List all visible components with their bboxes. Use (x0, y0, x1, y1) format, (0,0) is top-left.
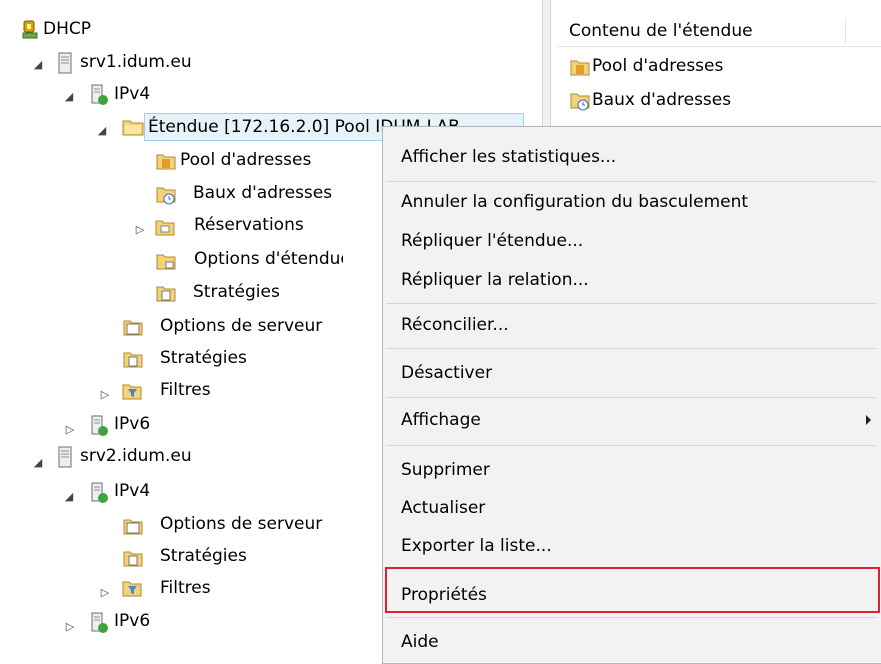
column-separator[interactable] (845, 18, 846, 44)
menu-item-help[interactable]: Aide (384, 624, 881, 660)
tree-node-srv1[interactable]: srv1.idum.eu (77, 49, 195, 75)
tree-node-scope-options[interactable]: Options d'étendue (191, 246, 343, 272)
tree-node-srv2-ipv4[interactable]: IPv4 (111, 478, 153, 504)
menu-item-view[interactable]: Affichage (384, 402, 881, 438)
content-item-address-leases[interactable]: Baux d'adresses (589, 87, 734, 113)
dhcp-icon (21, 20, 39, 39)
menu-item-label: Actualiser (401, 498, 486, 518)
policies-icon (156, 284, 176, 302)
filters-icon (122, 579, 142, 597)
expand-icon[interactable]: ▷ (64, 423, 76, 436)
menu-item-deactivate[interactable]: Désactiver (384, 355, 881, 391)
tree-node-srv2-server-options[interactable]: Options de serveur (157, 511, 343, 537)
scope-folder-icon (122, 118, 144, 136)
tree-node-dhcp[interactable]: DHCP (40, 16, 94, 42)
menu-separator (386, 303, 877, 304)
policies-icon (123, 350, 143, 368)
menu-separator (386, 445, 877, 446)
tree-node-srv1-ipv6[interactable]: IPv6 (111, 411, 153, 437)
ipv6-icon (89, 612, 108, 633)
menu-item-delete[interactable]: Supprimer (384, 452, 881, 488)
filters-icon (122, 382, 142, 400)
expand-icon[interactable]: ▷ (99, 388, 111, 401)
menu-item-label: Aide (401, 632, 439, 652)
submenu-arrow-icon (866, 415, 871, 425)
expand-icon[interactable]: ▷ (99, 586, 111, 599)
tree-node-reservations[interactable]: Réservations (191, 212, 307, 238)
column-header[interactable]: Contenu de l'étendue (558, 14, 881, 47)
menu-item-label: Afficher les statistiques... (401, 147, 617, 167)
collapse-icon[interactable]: ◢ (32, 58, 44, 71)
tree-node-srv2[interactable]: srv2.idum.eu (77, 443, 195, 469)
tree-node-srv2-policies[interactable]: Stratégies (157, 543, 250, 569)
tree-node-scope-policies[interactable]: Stratégies (190, 279, 283, 305)
menu-item-label: Répliquer la relation... (401, 270, 589, 290)
menu-item-refresh[interactable]: Actualiser (384, 490, 881, 526)
tree-node-srv1-policies[interactable]: Stratégies (157, 345, 250, 371)
menu-separator (386, 617, 877, 618)
reservations-icon (155, 218, 175, 236)
menu-item-label: Répliquer l'étendue... (401, 231, 584, 251)
collapse-icon[interactable]: ◢ (63, 490, 75, 503)
menu-item-show-statistics[interactable]: Afficher les statistiques... (384, 139, 881, 175)
expand-icon[interactable]: ▷ (134, 223, 146, 236)
content-item-address-pool[interactable]: Pool d'adresses (589, 53, 726, 79)
collapse-icon[interactable]: ◢ (63, 90, 75, 103)
menu-separator (386, 181, 877, 182)
column-header-label: Contenu de l'étendue (569, 21, 753, 41)
ipv4-icon (89, 84, 108, 105)
menu-separator (386, 348, 877, 349)
address-leases-icon (156, 185, 176, 205)
server-icon (58, 446, 76, 468)
tree-node-address-leases[interactable]: Baux d'adresses (190, 180, 343, 206)
menu-item-label: Exporter la liste... (401, 536, 552, 556)
tree-node-srv2-filters[interactable]: Filtres (157, 575, 214, 601)
menu-item-reconcile[interactable]: Réconcilier... (384, 307, 881, 343)
server-options-icon (123, 318, 143, 336)
menu-item-label: Affichage (401, 410, 481, 430)
tree-node-srv1-ipv4[interactable]: IPv4 (111, 81, 153, 107)
menu-item-label: Désactiver (401, 363, 493, 383)
menu-item-replicate-scope[interactable]: Répliquer l'étendue... (384, 223, 881, 259)
address-pool-icon (156, 152, 176, 170)
collapse-icon[interactable]: ◢ (96, 124, 108, 137)
server-options-icon (123, 517, 143, 535)
ipv6-icon (89, 415, 108, 436)
tree-node-srv1-server-options[interactable]: Options de serveur (157, 313, 343, 339)
tree-node-address-pool[interactable]: Pool d'adresses (177, 147, 343, 173)
policies-icon (123, 549, 143, 567)
menu-item-label: Annuler la configuration du basculement (401, 192, 749, 212)
menu-item-label: Réconcilier... (401, 315, 509, 335)
menu-item-export-list[interactable]: Exporter la liste... (384, 528, 881, 564)
expand-icon[interactable]: ▷ (64, 620, 76, 633)
menu-item-deconfigure-failover[interactable]: Annuler la configuration du basculement (384, 184, 881, 220)
server-icon (58, 52, 76, 74)
menu-item-replicate-relationship[interactable]: Répliquer la relation... (384, 262, 881, 298)
menu-item-label: Supprimer (401, 460, 490, 480)
collapse-icon[interactable]: ◢ (32, 456, 44, 469)
tree-node-srv2-ipv6[interactable]: IPv6 (111, 608, 153, 634)
address-pool-icon (570, 58, 590, 76)
menu-separator (386, 397, 877, 398)
properties-highlight-box (385, 567, 880, 613)
scope-options-icon (156, 252, 176, 270)
ipv4-icon (89, 482, 108, 503)
tree-node-srv1-filters[interactable]: Filtres (157, 377, 214, 403)
address-leases-icon (570, 91, 590, 111)
